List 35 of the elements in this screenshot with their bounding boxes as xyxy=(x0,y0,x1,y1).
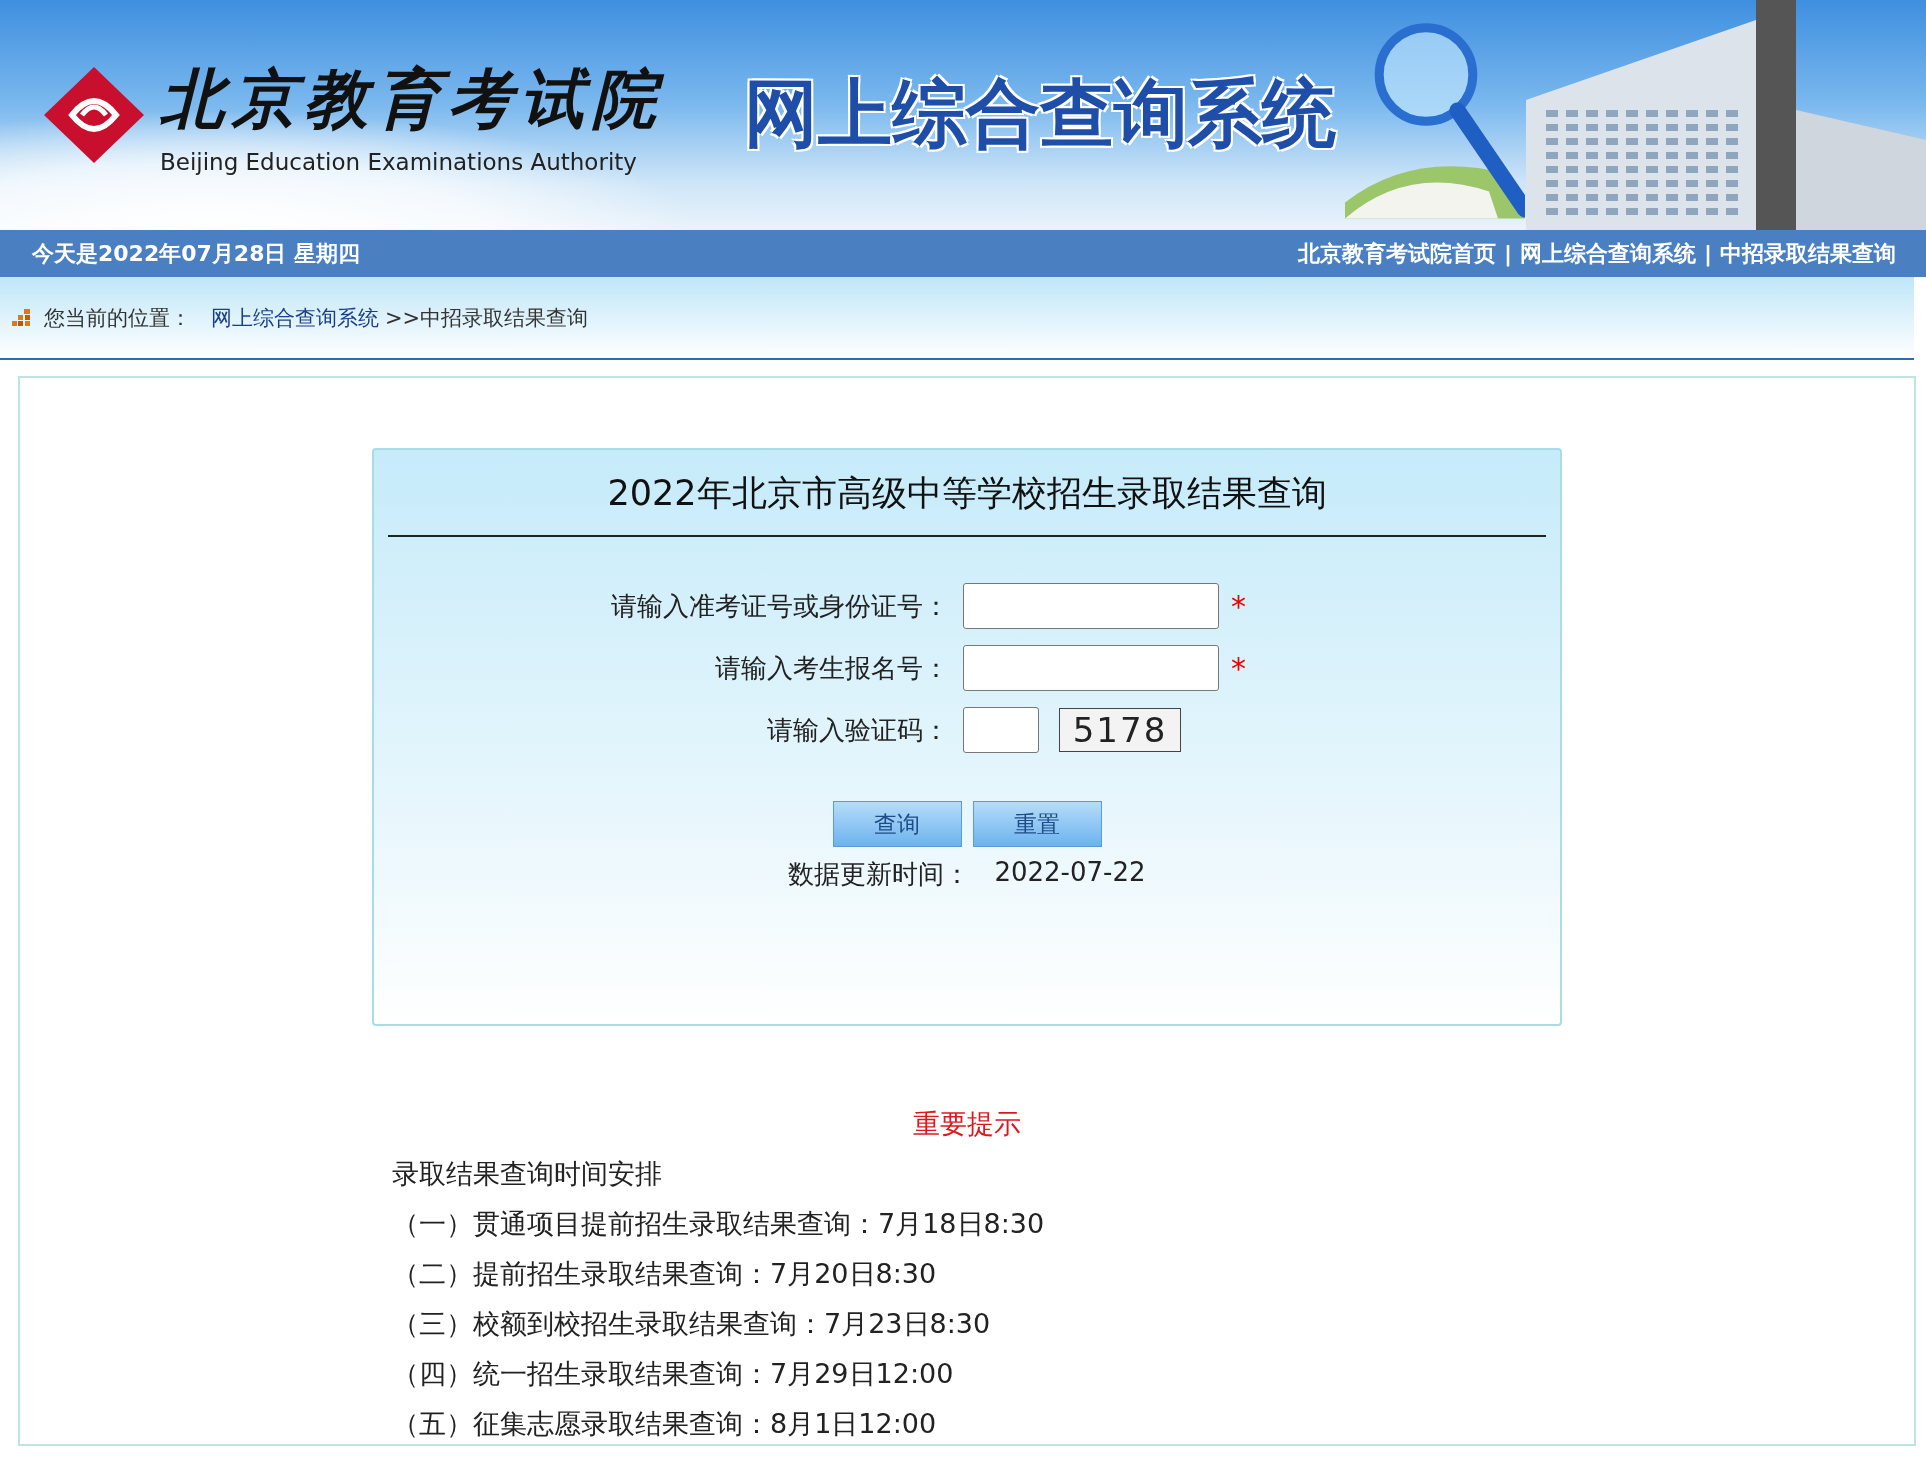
schedule-item: （三）校额到校招生录取结果查询：7月23日8:30 xyxy=(392,1307,992,1341)
breadcrumb-label: 您当前的位置： xyxy=(44,304,191,332)
organization-english-name: Beijing Education Examinations Authority xyxy=(160,148,638,175)
location-icon xyxy=(12,308,32,327)
schedule-item: （四）统一招生录取结果查询：7月29日12:00 xyxy=(392,1357,955,1391)
schedule-item: （二）提前招生录取结果查询：7月20日8:30 xyxy=(392,1257,938,1291)
schedule-item: （五）征集志愿录取结果查询：8月1日12:00 xyxy=(392,1407,938,1441)
reset-button[interactable]: 重置 xyxy=(972,801,1102,847)
breadcrumb-current: >>中招录取结果查询 xyxy=(385,304,589,332)
nav-link[interactable]: 北京教育考试院首页 xyxy=(1297,238,1496,269)
nav-link[interactable]: 中招录取结果查询 xyxy=(1720,238,1896,269)
update-date: 2022-07-22 xyxy=(994,857,1146,889)
required-mark: * xyxy=(1231,650,1246,686)
system-title: 网上综合查询系统 xyxy=(744,69,1336,158)
field-label: 请输入准考证号或身份证号： xyxy=(611,589,949,623)
captcha-image[interactable]: 5178 xyxy=(1059,708,1181,752)
logo-icon xyxy=(42,65,146,165)
current-date: 今天是2022年07月28日 星期四 xyxy=(32,239,361,268)
notice-subtitle: 录取结果查询时间安排 xyxy=(392,1157,663,1191)
organization-name: 北京教育考试院 xyxy=(160,59,664,138)
field-label: 请输入考生报名号： xyxy=(714,651,949,685)
notice-heading: 重要提示 xyxy=(913,1107,1021,1141)
update-label: 数据更新时间： xyxy=(788,858,971,891)
form-title: 2022年北京市高级中等学校招生录取结果查询 xyxy=(388,450,1546,537)
text-input[interactable] xyxy=(963,583,1219,629)
schedule-item: （一）贯通项目提前招生录取结果查询：7月18日8:30 xyxy=(392,1207,1046,1241)
query-button[interactable]: 查询 xyxy=(832,801,962,847)
captcha-input[interactable] xyxy=(963,707,1039,753)
link-separator: | xyxy=(1703,241,1712,266)
required-mark: * xyxy=(1231,588,1246,624)
field-label: 请输入验证码： xyxy=(766,713,949,747)
nav-link[interactable]: 网上综合查询系统 xyxy=(1519,238,1696,269)
text-input[interactable] xyxy=(963,645,1219,691)
link-separator: | xyxy=(1503,241,1512,266)
breadcrumb-link[interactable]: 网上综合查询系统 xyxy=(211,303,379,332)
